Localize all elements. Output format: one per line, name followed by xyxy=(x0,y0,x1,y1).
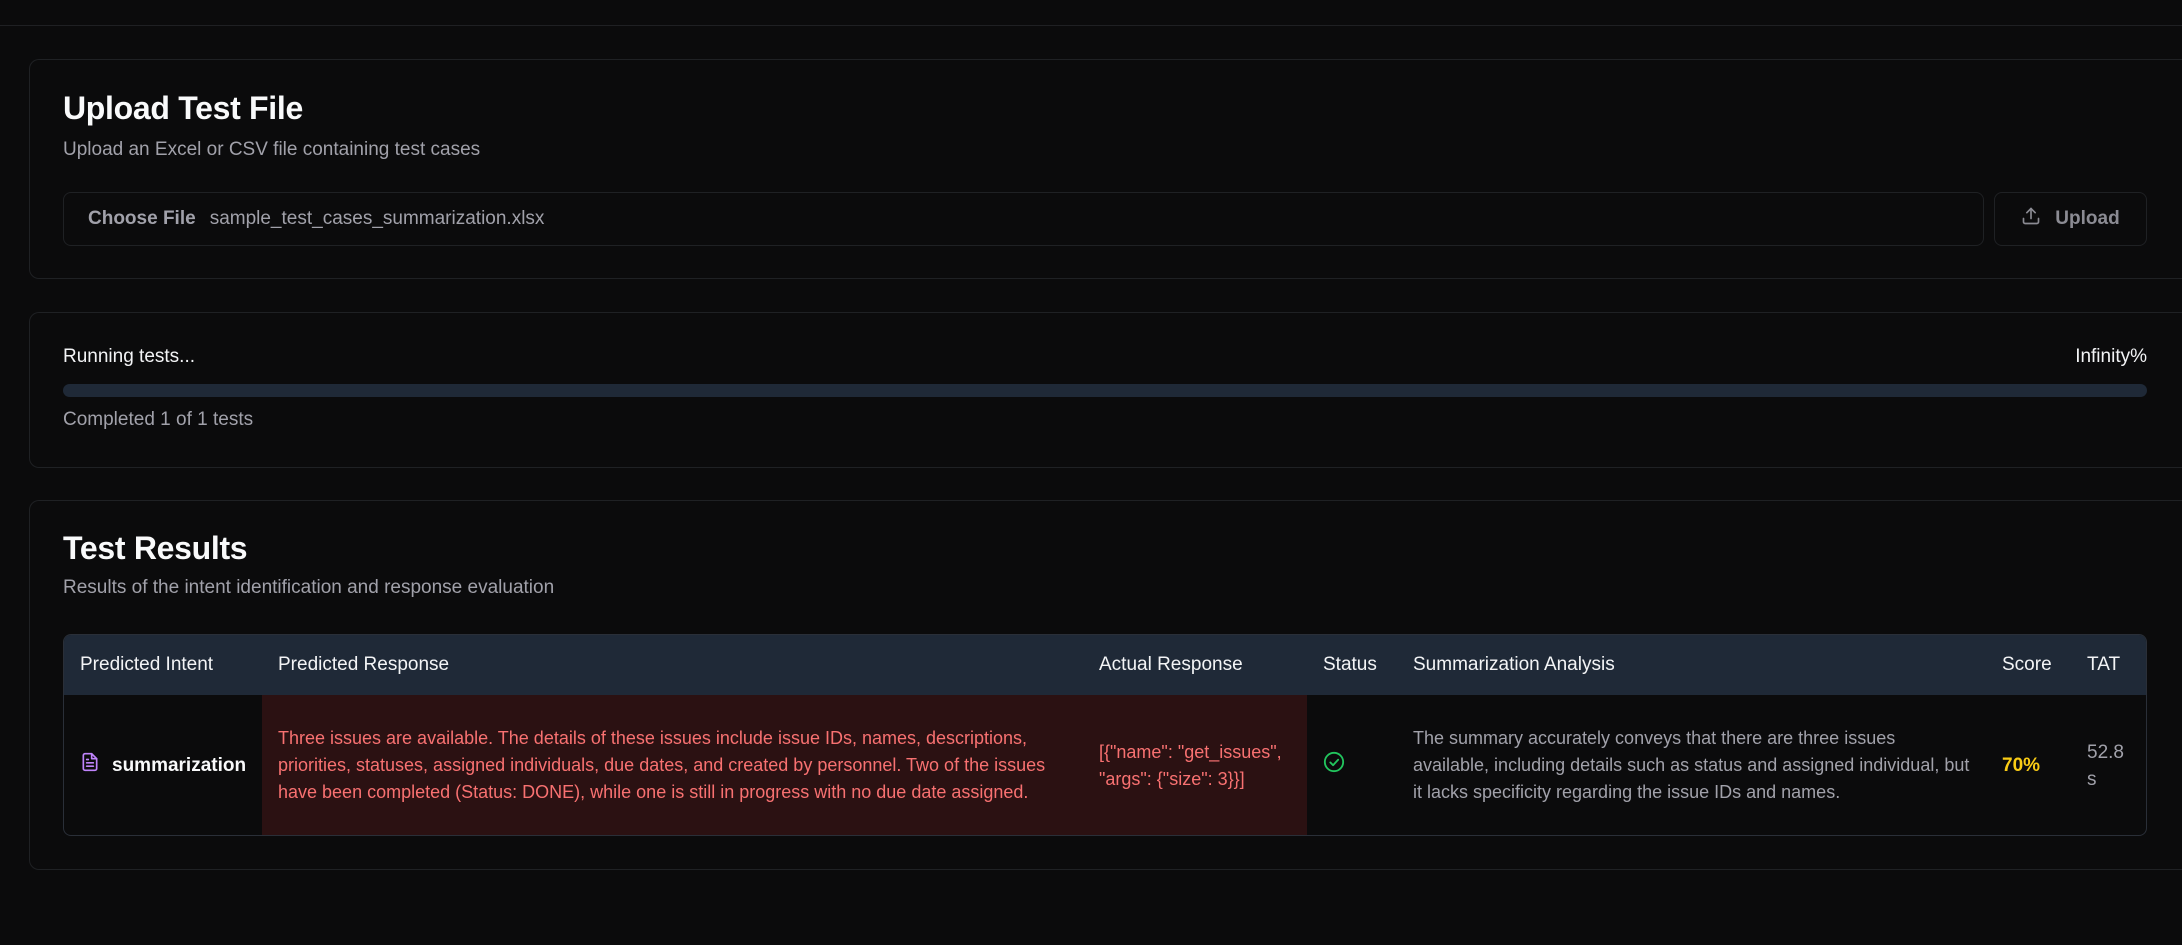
score-cell: 70% xyxy=(2002,755,2041,776)
results-subtitle: Results of the intent identification and… xyxy=(63,577,555,598)
top-bar xyxy=(0,0,2182,26)
column-header[interactable]: TAT xyxy=(2071,635,2146,695)
predicted-response-cell: Three issues are available. The details … xyxy=(262,695,1083,835)
results-title: Test Results xyxy=(63,530,248,566)
upload-icon xyxy=(2021,206,2041,232)
column-header[interactable]: Status xyxy=(1307,635,1397,695)
table-row[interactable]: summarization Three issues are available… xyxy=(64,695,2146,835)
document-icon xyxy=(80,752,100,780)
upload-button[interactable]: Upload xyxy=(1994,192,2147,246)
upload-button-label: Upload xyxy=(2055,208,2120,229)
actual-response-cell: [{"name": "get_issues", "args": {"size":… xyxy=(1083,695,1307,835)
column-header[interactable]: Summarization Analysis xyxy=(1397,635,1986,695)
column-header[interactable]: Actual Response xyxy=(1083,635,1307,695)
results-table: Predicted Intent Predicted Response Actu… xyxy=(63,634,2147,836)
file-input[interactable]: Choose File sample_test_cases_summarizat… xyxy=(63,192,1984,246)
table-header-row: Predicted Intent Predicted Response Actu… xyxy=(64,635,2146,695)
tat-cell: 52.8 s xyxy=(2087,741,2124,790)
progress-label: Running tests... xyxy=(63,346,196,367)
progress-percent: Infinity% xyxy=(2075,346,2147,367)
upload-card: Upload Test File Upload an Excel or CSV … xyxy=(29,59,2182,279)
column-header[interactable]: Predicted Response xyxy=(262,635,1083,695)
analysis-cell: The summary accurately conveys that ther… xyxy=(1413,728,1970,802)
status-cell xyxy=(1307,695,1397,835)
upload-subtitle: Upload an Excel or CSV file containing t… xyxy=(63,139,481,160)
choose-file-button[interactable]: Choose File xyxy=(88,208,196,230)
selected-file-name: sample_test_cases_summarization.xlsx xyxy=(209,208,545,229)
progress-bar xyxy=(63,384,2147,397)
progress-card: Running tests... Infinity% Completed 1 o… xyxy=(29,312,2182,468)
intent-cell: summarization xyxy=(64,695,262,835)
column-header[interactable]: Predicted Intent xyxy=(64,635,262,695)
progress-completed-text: Completed 1 of 1 tests xyxy=(63,409,254,430)
intent-label: summarization xyxy=(112,755,247,776)
results-card: Test Results Results of the intent ident… xyxy=(29,500,2182,870)
check-circle-icon xyxy=(1323,751,1345,777)
column-header[interactable]: Score xyxy=(1986,635,2071,695)
upload-title: Upload Test File xyxy=(63,90,303,126)
